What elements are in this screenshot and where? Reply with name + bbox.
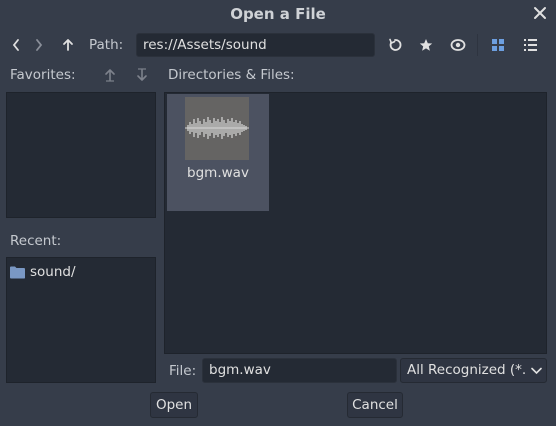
path-label: Path: <box>89 37 124 53</box>
move-favorite-down-icon <box>137 68 147 81</box>
go-up-icon <box>63 39 73 51</box>
back-icon <box>12 39 19 51</box>
toggle-hidden-button[interactable] <box>447 34 469 56</box>
list-view-icon <box>523 39 537 51</box>
file-name-label: File: <box>169 363 197 379</box>
go-up-button[interactable] <box>57 34 79 56</box>
close-icon <box>534 7 546 19</box>
filter-select-arrow <box>528 363 544 379</box>
forward-button[interactable] <box>28 34 50 56</box>
dialog-title: Open a File <box>230 5 326 23</box>
forward-icon <box>36 39 43 51</box>
chevron-down-icon <box>530 367 542 375</box>
favorite-button[interactable] <box>415 34 437 56</box>
folder-icon <box>10 266 25 278</box>
filter-select[interactable]: All Recognized (*. <box>400 358 547 383</box>
close-button[interactable] <box>530 3 550 23</box>
refresh-icon <box>389 38 402 51</box>
favorite-star-icon <box>419 39 433 51</box>
move-favorite-up-icon <box>105 69 115 82</box>
move-favorite-up-button[interactable] <box>99 64 121 86</box>
list-view-button[interactable] <box>519 34 541 56</box>
grid-view-button[interactable] <box>487 34 509 56</box>
file-thumbnail <box>185 97 249 160</box>
grid-view-icon <box>492 39 504 51</box>
toggle-hidden-eye-icon <box>450 39 466 51</box>
refresh-button[interactable] <box>384 34 406 56</box>
recent-label: Recent: <box>10 233 62 249</box>
waveform-thumbnail-icon <box>185 117 249 139</box>
file-item-label: bgm.wav <box>187 165 249 181</box>
path-input[interactable]: res://Assets/sound <box>136 33 375 57</box>
open-button[interactable]: Open <box>150 392 198 418</box>
recent-list[interactable]: sound/ <box>6 257 156 383</box>
back-button[interactable] <box>5 34 27 56</box>
files-label: Directories & Files: <box>168 67 295 83</box>
cancel-button[interactable]: Cancel <box>347 392 403 418</box>
toolbar-separator <box>477 34 478 56</box>
recent-item-label: sound/ <box>30 264 76 280</box>
filter-select-value: All Recognized (*. <box>407 362 527 378</box>
recent-item-sound[interactable]: sound/ <box>10 262 150 282</box>
favorites-label: Favorites: <box>10 67 76 83</box>
file-name-input[interactable]: bgm.wav <box>202 358 397 383</box>
move-favorite-down-button[interactable] <box>131 64 153 86</box>
favorites-list[interactable] <box>6 92 156 218</box>
